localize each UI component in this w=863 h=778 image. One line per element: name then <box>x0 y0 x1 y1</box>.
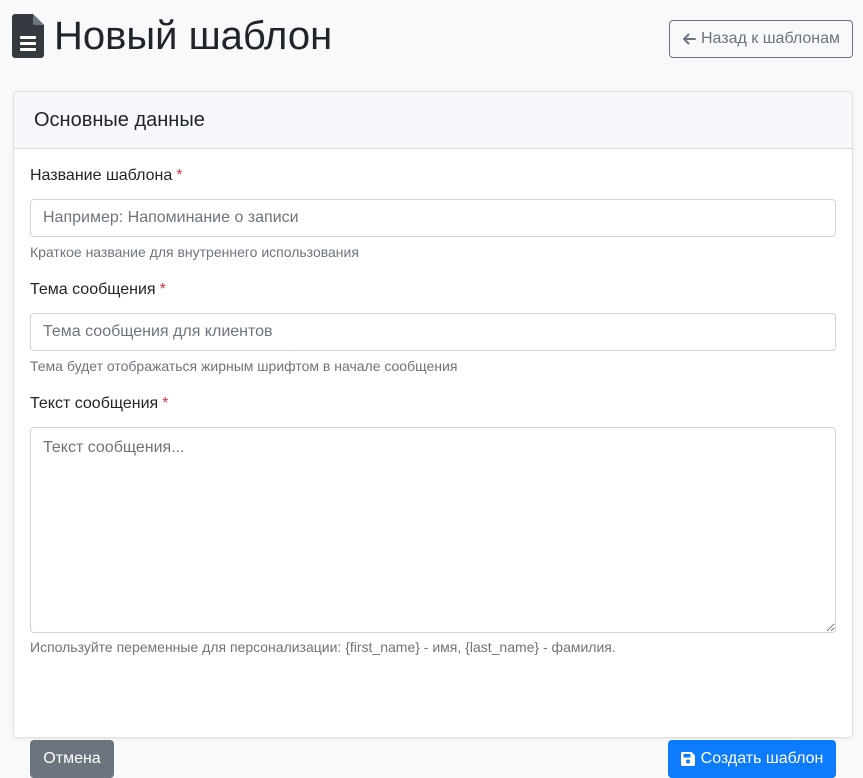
page-header: Новый шаблон Назад к шаблонам <box>0 0 863 80</box>
template-name-label: Название шаблона * <box>30 167 183 185</box>
message-text-textarea[interactable] <box>30 427 836 633</box>
message-text-label-text: Текст сообщения <box>30 395 159 412</box>
page-title: Новый шаблон <box>54 14 333 58</box>
back-to-templates-button[interactable]: Назад к шаблонам <box>669 20 853 58</box>
card-header: Основные данные <box>14 92 852 149</box>
required-mark: * <box>176 167 183 184</box>
subject-input[interactable] <box>30 313 836 351</box>
create-template-button[interactable]: Создать шаблон <box>668 740 836 778</box>
required-mark: * <box>159 281 166 298</box>
required-mark: * <box>162 395 169 412</box>
cancel-button[interactable]: Отмена <box>30 740 114 778</box>
card-title: Основные данные <box>34 108 205 131</box>
back-button-label: Назад к шаблонам <box>700 30 841 47</box>
title-wrap: Новый шаблон <box>12 10 332 62</box>
save-icon <box>680 752 695 766</box>
template-name-label-text: Название шаблона <box>30 167 173 184</box>
template-form-card: Основные данные Название шаблона* Кратко… <box>13 91 853 778</box>
arrow-left-icon <box>682 33 696 45</box>
message-text-label: Текст сообщения * <box>30 395 168 413</box>
template-name-input[interactable] <box>30 199 836 237</box>
file-text-icon <box>12 14 44 58</box>
subject-label: Тема сообщения * <box>30 281 166 299</box>
create-template-label: Создать шаблон <box>700 750 824 767</box>
subject-label-text: Тема сообщения <box>30 281 156 298</box>
message-text-help: Используйте переменные для персонализаци… <box>30 639 616 655</box>
template-name-help: Краткое название для внутреннего использ… <box>30 244 359 260</box>
subject-help: Тема будет отображаться жирным шрифтом в… <box>30 358 458 374</box>
